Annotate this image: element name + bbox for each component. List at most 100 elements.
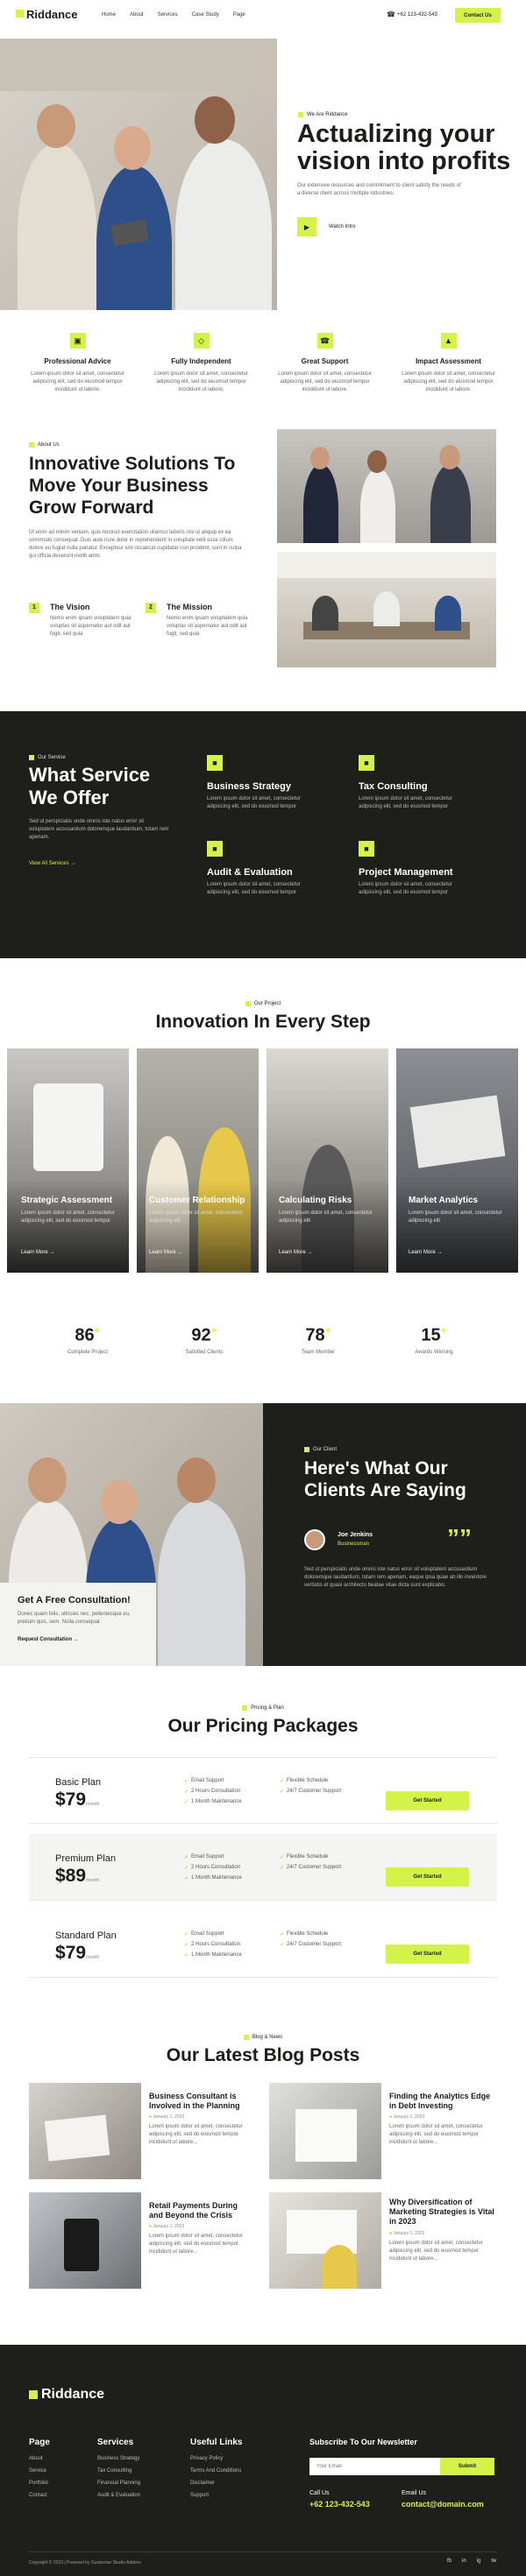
plan-name: Premium Plan xyxy=(55,1853,117,1864)
calendar-icon: ● xyxy=(389,2231,393,2236)
client-name: Joe Jenkins xyxy=(338,1532,373,1538)
feature-card: ◇ Fully Independent Lorem ipsum dolor si… xyxy=(139,333,263,394)
brand-logo[interactable]: Riddance xyxy=(26,8,78,21)
nav-link-about[interactable]: About xyxy=(130,12,144,18)
nav-link-home[interactable]: Home xyxy=(102,12,116,18)
mission-number: 2 xyxy=(146,603,156,613)
blog-title: Our Latest Blog Posts xyxy=(166,2045,360,2065)
hero-desc: Our extensive resources and commitment t… xyxy=(297,183,461,196)
footer-link[interactable]: Disclaimer xyxy=(190,2481,242,2493)
footer-link[interactable]: About xyxy=(29,2456,50,2468)
stat-label: Satisfied Clients xyxy=(185,1349,224,1355)
blog-post[interactable]: Finding the Analytics Edge in Debt Inves… xyxy=(269,2083,497,2179)
service-desc: Lorem ipsum dolor sit amet, consectetur … xyxy=(359,882,452,895)
footer-link[interactable]: Privacy Policy xyxy=(190,2456,242,2468)
learn-more-link[interactable]: Learn More → xyxy=(279,1250,312,1255)
footer-link[interactable]: Audit & Evaluation xyxy=(97,2493,140,2505)
service-card[interactable]: ■ Project Management Lorem ipsum dolor s… xyxy=(359,841,499,897)
service-card[interactable]: ■ Business Strategy Lorem ipsum dolor si… xyxy=(207,755,347,811)
footer-link[interactable]: Service xyxy=(29,2468,50,2481)
blog-post[interactable]: Business Consultant is Involved in the P… xyxy=(29,2083,257,2179)
blog-post-title[interactable]: Finding the Analytics Edge in Debt Inves… xyxy=(389,2092,496,2111)
feature-card: ▲ Impact Assessment Lorem ipsum dolor si… xyxy=(387,333,510,394)
services-title: What Service We Offer xyxy=(29,764,151,808)
check-icon: ✓ xyxy=(280,1854,285,1860)
email-input[interactable] xyxy=(309,2458,440,2475)
linkedin-icon[interactable]: in xyxy=(462,2558,466,2564)
consultation-card: Get A Free Consultation! Donec quam feli… xyxy=(0,1583,156,1666)
copyright-text: Copyright © 2023 | Powered by Gusterstar… xyxy=(29,2560,141,2565)
plan-feature: 1 Month Maintenance xyxy=(191,1799,242,1804)
blog-post[interactable]: Retail Payments During and Beyond the Cr… xyxy=(29,2192,257,2289)
newsletter-form: Submit xyxy=(309,2458,494,2475)
service-desc: Lorem ipsum dolor sit amet, consectetur … xyxy=(207,882,301,895)
project-card[interactable]: Strategic Assessment Lorem ipsum dolor s… xyxy=(7,1048,129,1273)
feature-title: Professional Advice xyxy=(44,357,111,365)
blog-post-title[interactable]: Why Diversification of Marketing Strateg… xyxy=(389,2198,496,2227)
learn-more-link[interactable]: Learn More → xyxy=(409,1250,442,1255)
blog-post-date: January 1, 2023 xyxy=(393,2114,425,2120)
blog-post-title[interactable]: Business Consultant is Involved in the P… xyxy=(149,2092,250,2111)
subscribe-button[interactable]: Submit xyxy=(440,2458,494,2475)
brand-logo-mark xyxy=(16,10,24,18)
stat-label: Team Member xyxy=(301,1349,336,1355)
service-card[interactable]: ■ Audit & Evaluation Lorem ipsum dolor s… xyxy=(207,841,347,897)
view-all-services-link[interactable]: View All Services → xyxy=(29,861,75,866)
footer-col-title: Page xyxy=(29,2438,50,2447)
feature-desc: Lorem ipsum dolor sit amet, consectetur … xyxy=(278,371,372,392)
footer-col-useful-links: Useful Links Privacy Policy Terms And Co… xyxy=(190,2438,242,2505)
blog-post-date: January 1, 2023 xyxy=(153,2224,185,2229)
hero-title: Actualizing your vision into profits xyxy=(297,120,511,175)
twitter-icon[interactable]: tw xyxy=(491,2558,496,2564)
project-card[interactable]: Customer Relationship Lorem ipsum dolor … xyxy=(137,1048,259,1273)
blog-post-date: January 1, 2023 xyxy=(393,2231,425,2236)
testimonial-tag: Our Client xyxy=(304,1447,337,1452)
footer-link[interactable]: Portfolio xyxy=(29,2481,50,2493)
vision-title: The Vision xyxy=(50,603,90,611)
footer-link[interactable]: Financial Planning xyxy=(97,2481,140,2493)
footer-link[interactable]: Terms And Conditions xyxy=(190,2468,242,2481)
blog-post-title[interactable]: Retail Payments During and Beyond the Cr… xyxy=(149,2201,250,2220)
footer-logo[interactable]: Riddance xyxy=(41,2387,104,2403)
feature-desc: Lorem ipsum dolor sit amet, consectetur … xyxy=(402,371,495,392)
learn-more-link[interactable]: Learn More → xyxy=(149,1250,182,1255)
footer-col-title: Useful Links xyxy=(190,2438,243,2447)
plan-feature: Flexible Schedule xyxy=(287,1931,329,1937)
client-role: Businessman xyxy=(338,1542,370,1547)
facebook-icon[interactable]: fb xyxy=(447,2558,451,2564)
footer-link[interactable]: Contact xyxy=(29,2493,50,2505)
service-title: Project Management xyxy=(359,867,453,878)
nav-link-case-study[interactable]: Case Study xyxy=(192,12,219,18)
footer-link[interactable]: Tax Consulting xyxy=(97,2468,140,2481)
service-card[interactable]: ■ Tax Consulting Lorem ipsum dolor sit a… xyxy=(359,755,499,811)
plan-name: Standard Plan xyxy=(55,1930,117,1941)
nav-phone[interactable]: +62 123-432-543 xyxy=(397,12,437,18)
blog-post[interactable]: Why Diversification of Marketing Strateg… xyxy=(269,2192,497,2289)
get-started-button[interactable]: Get Started xyxy=(386,1867,469,1887)
footer-phone[interactable]: +62 123-432-543 xyxy=(309,2500,370,2509)
services-desc: Sed ut perspiciatis unde omnis iste natu… xyxy=(29,819,169,840)
contact-button[interactable]: Contact Us xyxy=(455,8,501,23)
play-button[interactable]: ▶ xyxy=(297,217,316,236)
project-desc: Lorem ipsum dolor sit amet, consectetur … xyxy=(409,1210,502,1224)
watch-intro-link[interactable]: Watch Intro xyxy=(329,224,355,229)
get-started-button[interactable]: Get Started xyxy=(386,1791,469,1810)
request-consultation-link[interactable]: Request Consultation → xyxy=(18,1637,139,1642)
consultation-title: Get A Free Consultation! xyxy=(18,1595,131,1606)
footer-email[interactable]: contact@domain.com xyxy=(402,2500,484,2509)
project-icon: ■ xyxy=(359,841,374,857)
chart-icon: ▲ xyxy=(440,333,457,349)
instagram-icon[interactable]: ig xyxy=(477,2558,481,2564)
footer-link[interactable]: Support xyxy=(190,2493,242,2505)
project-card[interactable]: Calculating Risks Lorem ipsum dolor sit … xyxy=(267,1048,388,1273)
footer-link[interactable]: Business Strategy xyxy=(97,2456,140,2468)
nav-link-page[interactable]: Page xyxy=(233,12,245,18)
nav-link-services[interactable]: Services xyxy=(158,12,178,18)
project-card[interactable]: Market Analytics Lorem ipsum dolor sit a… xyxy=(396,1048,518,1273)
get-started-button[interactable]: Get Started xyxy=(386,1944,469,1964)
hero-tag: We Are Riddance xyxy=(298,112,348,117)
learn-more-link[interactable]: Learn More → xyxy=(21,1250,54,1255)
vision-number: 1 xyxy=(29,603,39,613)
audit-icon: ■ xyxy=(207,841,223,857)
blog-post-desc: Lorem ipsum dolor sit amet, consectetur … xyxy=(389,2124,483,2145)
